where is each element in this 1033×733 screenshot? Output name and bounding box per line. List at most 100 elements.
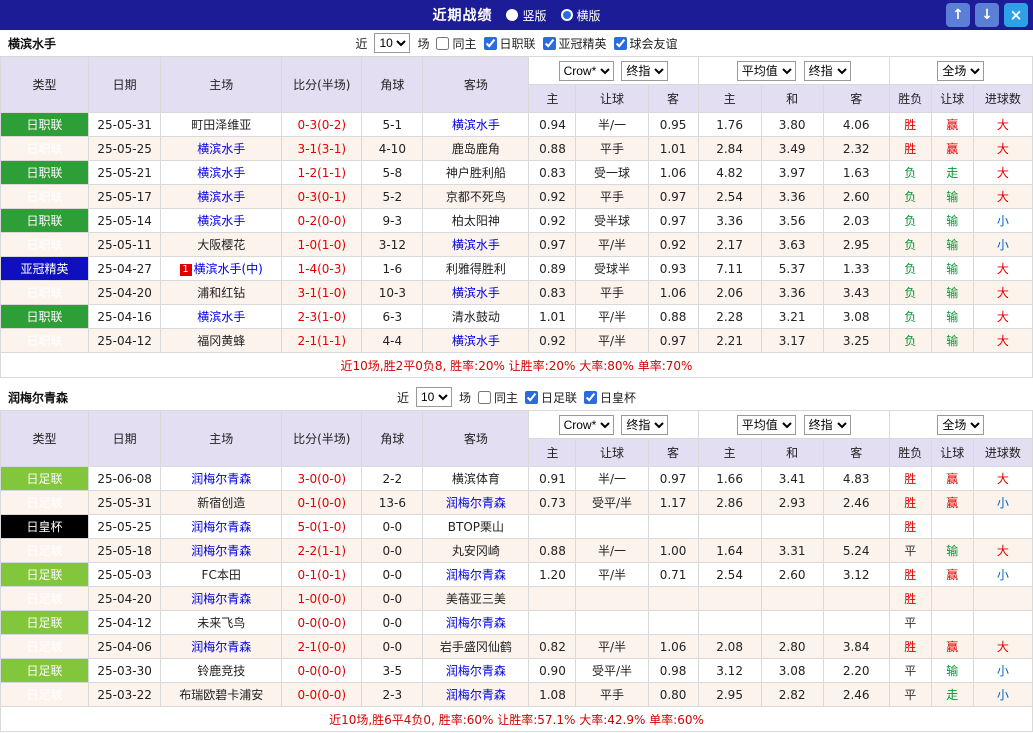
away-team[interactable]: 丸安冈崎 [422,538,530,563]
final-odds-select[interactable]: 终指 [621,414,669,435]
home-team[interactable]: 布瑞欧碧卡浦安 [160,682,283,707]
home-team[interactable]: 大阪樱花 [160,232,283,257]
home-team[interactable]: 横滨水手 [160,184,283,209]
home-team[interactable]: 横滨水手 [160,208,283,233]
home-team[interactable]: 町田泽维亚 [160,112,283,137]
away-team[interactable]: 京都不死鸟 [422,184,530,209]
team-link[interactable]: FC本田 [202,568,241,582]
team-link[interactable]: 横滨水手 [197,142,245,156]
team-link[interactable]: 布瑞欧碧卡浦安 [179,688,263,702]
away-team[interactable]: 鹿岛鹿角 [422,136,530,161]
scroll-down-button[interactable]: ↓ [975,3,999,27]
team-link[interactable]: 神户胜利船 [446,166,506,180]
home-team[interactable]: 横滨水手 [160,304,283,329]
home-team[interactable]: 润梅尔青森 [160,586,283,611]
team-link[interactable]: 润梅尔青森 [446,568,506,582]
final-odds-select[interactable]: 终指 [621,60,669,81]
team-link[interactable]: 利雅得胜利 [446,262,506,276]
away-team[interactable]: 美蓓亚三美 [422,586,530,611]
home-team[interactable]: 润梅尔青森 [160,514,283,539]
team-link[interactable]: 润梅尔青森 [446,688,506,702]
team-link[interactable]: 柏太阳神 [452,214,500,228]
team-link[interactable]: 润梅尔青森 [446,496,506,510]
away-team[interactable]: BTOP栗山 [422,514,530,539]
scroll-up-button[interactable]: ↑ [946,3,970,27]
league-checkbox-input[interactable] [525,390,538,404]
league-checkbox-acl[interactable]: 亚冠精英 [542,35,607,52]
league-checkbox-jleague[interactable]: 日职联 [483,35,536,52]
away-team[interactable]: 神户胜利船 [422,160,530,185]
team-link[interactable]: 横滨水手(中) [194,262,263,276]
away-team[interactable]: 横滨水手 [422,112,530,137]
away-team[interactable]: 清水鼓动 [422,304,530,329]
league-checkbox-friendly[interactable]: 球会友谊 [613,35,678,52]
average-select[interactable]: 平均值 [736,60,796,81]
average-select[interactable]: 平均值 [736,414,796,435]
radio-vertical-layout[interactable]: 竖版 [506,7,547,24]
team-link[interactable]: 未来飞鸟 [197,616,245,630]
team-link[interactable]: 横滨水手 [197,310,245,324]
bookmaker-select[interactable]: Crow* [558,60,614,81]
home-team[interactable]: 横滨水手 [160,160,283,185]
team-link[interactable]: 横滨水手 [452,334,500,348]
home-team[interactable]: 浦和红钻 [160,280,283,305]
team-link[interactable]: 横滨体育 [452,472,500,486]
league-checkbox-emperors-cup[interactable]: 日皇杯 [584,389,636,406]
home-team[interactable]: 润梅尔青森 [160,634,283,659]
team-link[interactable]: 横滨水手 [197,166,245,180]
away-team[interactable]: 润梅尔青森 [422,682,530,707]
team-link[interactable]: 清水鼓动 [452,310,500,324]
home-team[interactable]: 润梅尔青森 [160,466,283,491]
league-checkbox-input[interactable] [542,36,556,50]
team-link[interactable]: 润梅尔青森 [191,520,251,534]
team-link[interactable]: 福冈黄蜂 [197,334,245,348]
team-link[interactable]: 新宿创造 [197,496,245,510]
league-checkbox-input[interactable] [613,36,627,50]
away-team[interactable]: 横滨体育 [422,466,530,491]
home-team[interactable]: 未来飞鸟 [160,610,283,635]
away-team[interactable]: 润梅尔青森 [422,562,530,587]
final-odds-select[interactable]: 终指 [803,414,851,435]
away-team[interactable]: 岩手盛冈仙鹤 [422,634,530,659]
team-link[interactable]: 润梅尔青森 [191,544,251,558]
recent-count-select[interactable]: 10 [415,387,452,407]
fulltime-select[interactable]: 全场 [937,414,985,435]
team-link[interactable]: 润梅尔青森 [446,664,506,678]
team-link[interactable]: 润梅尔青森 [191,472,251,486]
away-team[interactable]: 润梅尔青森 [422,490,530,515]
recent-count-select[interactable]: 10 [374,33,411,53]
close-button[interactable]: × [1004,3,1028,27]
team-link[interactable]: 铃鹿竞技 [197,664,245,678]
team-link[interactable]: 润梅尔青森 [446,616,506,630]
home-team[interactable]: 铃鹿竞技 [160,658,283,683]
team-link[interactable]: 美蓓亚三美 [446,592,506,606]
team-link[interactable]: 润梅尔青森 [191,592,251,606]
away-team[interactable]: 横滨水手 [422,280,530,305]
team-link[interactable]: 岩手盛冈仙鹤 [440,640,512,654]
team-link[interactable]: 鹿岛鹿角 [452,142,500,156]
team-link[interactable]: 町田泽维亚 [191,118,251,132]
same-home-input[interactable] [477,390,491,404]
home-team[interactable]: FC本田 [160,562,283,587]
away-team[interactable]: 润梅尔青森 [422,610,530,635]
home-team[interactable]: 横滨水手 [160,136,283,161]
team-link[interactable]: 润梅尔青森 [191,640,251,654]
home-team[interactable]: 新宿创造 [160,490,283,515]
same-home-checkbox[interactable]: 同主 [436,35,477,52]
team-link[interactable]: 横滨水手 [452,238,500,252]
away-team[interactable]: 横滨水手 [422,328,530,353]
league-checkbox-input[interactable] [483,36,497,50]
team-link[interactable]: BTOP栗山 [448,520,504,534]
bookmaker-select[interactable]: Crow* [558,414,614,435]
radio-horizontal-layout[interactable]: 横版 [560,7,601,24]
home-team[interactable]: 润梅尔青森 [160,538,283,563]
home-team[interactable]: 1 横滨水手(中) [160,256,283,281]
final-odds-select[interactable]: 终指 [803,60,851,81]
team-link[interactable]: 横滨水手 [197,190,245,204]
home-team[interactable]: 福冈黄蜂 [160,328,283,353]
team-link[interactable]: 丸安冈崎 [452,544,500,558]
team-link[interactable]: 横滨水手 [197,214,245,228]
same-home-input[interactable] [436,36,450,50]
fulltime-select[interactable]: 全场 [937,60,985,81]
league-checkbox-jfl[interactable]: 日足联 [525,389,577,406]
